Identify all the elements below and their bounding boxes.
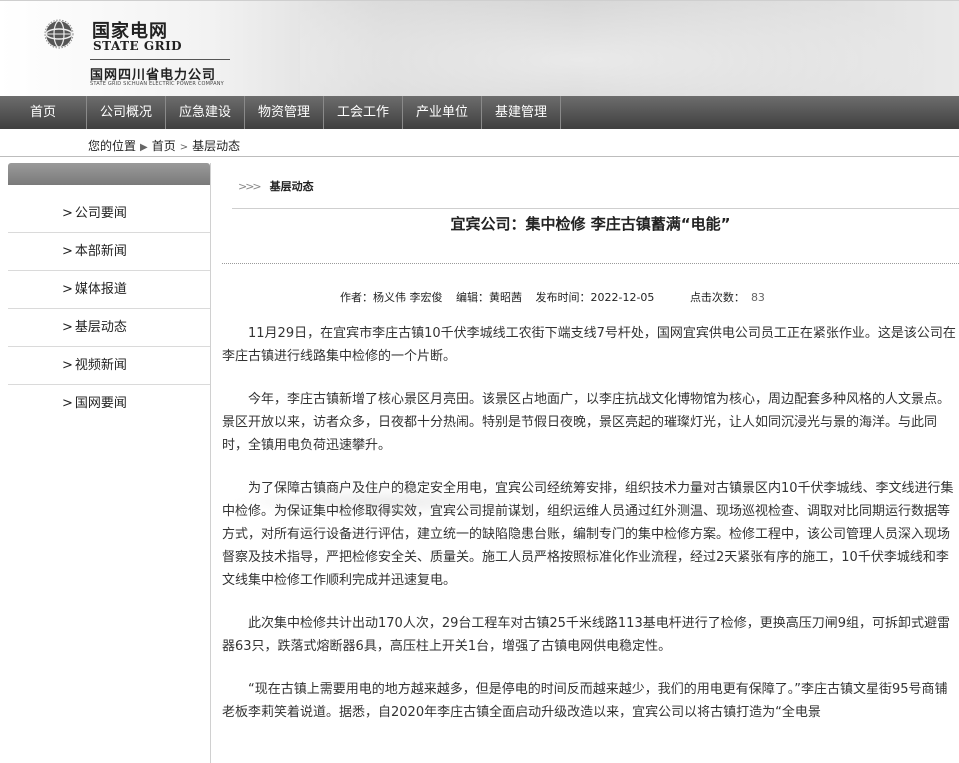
article-title: 宜宾公司：集中检修 李庄古镇蓄满“电能” — [450, 215, 731, 233]
article-paragraph: “现在古镇上需要用电的地方越来越多，但是停电的时间反而越来越少，我们的用电更有保… — [222, 682, 948, 720]
sidebar-item-label: 媒体报道 — [74, 282, 127, 297]
logo-english-name: STATE GRID — [93, 39, 183, 53]
logo-divider — [90, 59, 230, 60]
article-date: 发布时间：2022-12-05 — [535, 291, 655, 304]
sidebar-item-video-news[interactable]: > 视频新闻 — [8, 347, 210, 385]
nav-item-materials[interactable]: 物资管理 — [245, 96, 324, 129]
chevron-right-icon: > — [62, 358, 73, 373]
sidebar-header — [8, 163, 210, 185]
hits-count: 83 — [750, 291, 765, 304]
breadcrumb-current[interactable]: 基层动态 — [192, 139, 240, 153]
article-body: 11月29日，在宜宾市李庄古镇10千伏李城线工农街下端支线7号杆处，国网宜宾供电… — [222, 322, 959, 744]
site-header: 国家电网 STATE GRID 国网四川省电力公司 STATE GRID SIC… — [0, 0, 959, 97]
nav-item-home[interactable]: 首页 — [0, 96, 87, 129]
nav-item-industry[interactable]: 产业单位 — [403, 96, 482, 129]
article-meta: 作者：杨义伟 李宏俊 编辑：黄昭茜 发布时间：2022-12-05 点击次数： 8… — [340, 289, 765, 305]
breadcrumb: 您的位置 ▶ 首页 > 基层动态 — [88, 137, 240, 154]
company-english-name: STATE GRID SICHUAN ELECTRIC POWER COMPAN… — [90, 81, 224, 87]
sidebar-item-label: 视频新闻 — [74, 358, 127, 373]
breadcrumb-prefix: 您的位置 — [88, 139, 137, 153]
breadcrumb-arrow-icon: ▶ — [140, 142, 148, 153]
breadcrumb-chevron-icon: > — [179, 142, 189, 153]
breadcrumb-divider — [0, 156, 959, 157]
double-chevron-icon: >>> — [238, 180, 262, 193]
sidebar-item-state-grid-news[interactable]: > 国网要闻 — [8, 385, 210, 422]
chevron-right-icon: > — [62, 206, 73, 221]
sidebar-item-hq-news[interactable]: > 本部新闻 — [8, 233, 210, 271]
sidebar-item-company-news[interactable]: > 公司要闻 — [8, 195, 210, 233]
sidebar: > 公司要闻 > 本部新闻 > 媒体报道 > 基层动态 > 视频新闻 > 国网要闻 — [8, 163, 211, 763]
article-paragraph: 今年，李庄古镇新增了核心景区月亮田。该景区占地面广，以李庄抗战文化博物馆为核心，… — [222, 392, 951, 453]
sidebar-item-label: 基层动态 — [74, 320, 127, 335]
state-grid-globe-icon — [44, 19, 74, 49]
article-author: 作者：杨义伟 李宏俊 — [340, 291, 443, 304]
nav-item-infrastructure[interactable]: 基建管理 — [482, 96, 561, 129]
sidebar-item-label: 本部新闻 — [74, 244, 127, 259]
main-nav: 首页 公司概况 应急建设 物资管理 工会工作 产业单位 基建管理 — [0, 96, 959, 129]
article-editor: 编辑：黄昭茜 — [456, 291, 522, 304]
section-divider — [232, 208, 959, 209]
sidebar-item-media-reports[interactable]: > 媒体报道 — [8, 271, 210, 309]
title-dotted-divider — [222, 263, 959, 264]
sidebar-item-label: 国网要闻 — [74, 396, 127, 411]
chevron-right-icon: > — [62, 320, 73, 335]
chevron-right-icon: > — [62, 282, 73, 297]
hits-label: 点击次数： — [689, 291, 745, 304]
sidebar-list: > 公司要闻 > 本部新闻 > 媒体报道 > 基层动态 > 视频新闻 > 国网要闻 — [8, 195, 210, 422]
nav-item-emergency[interactable]: 应急建设 — [166, 96, 245, 129]
sidebar-item-label: 公司要闻 — [74, 206, 127, 221]
sidebar-item-grassroots[interactable]: > 基层动态 — [8, 309, 210, 347]
section-heading-label: 基层动态 — [269, 180, 314, 193]
chevron-right-icon: > — [62, 244, 73, 259]
article-paragraph: 此次集中检修共计出动170人次，29台工程车对古镇25千米线路113基电杆进行了… — [222, 616, 950, 654]
nav-item-union[interactable]: 工会工作 — [324, 96, 403, 129]
section-heading: >>> 基层动态 — [238, 178, 314, 194]
header-banner-decoration — [300, 1, 959, 97]
nav-item-company-overview[interactable]: 公司概况 — [87, 96, 166, 129]
chevron-right-icon: > — [62, 396, 73, 411]
article-paragraph: 为了保障古镇商户及住户的稳定安全用电，宜宾公司经统筹安排，组织技术力量对古镇景区… — [222, 481, 954, 588]
breadcrumb-home[interactable]: 首页 — [152, 139, 176, 153]
article-paragraph: 11月29日，在宜宾市李庄古镇10千伏李城线工农街下端支线7号杆处，国网宜宾供电… — [222, 326, 956, 364]
